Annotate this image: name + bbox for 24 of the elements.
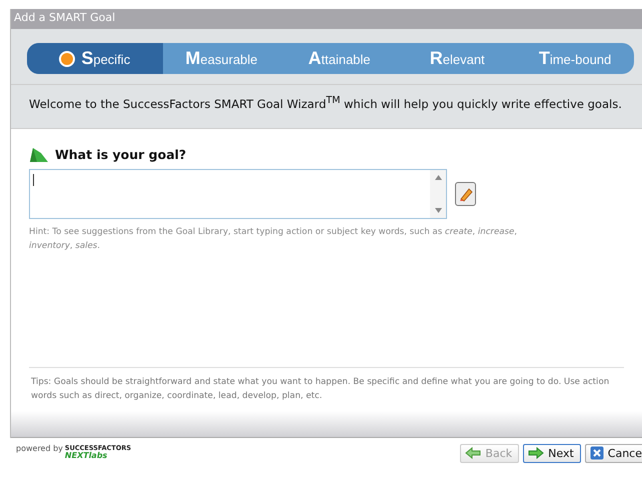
scrollbar[interactable]: [430, 170, 446, 218]
pencil-button[interactable]: [455, 182, 476, 206]
scroll-up-icon[interactable]: [434, 174, 442, 180]
powered-by-text: powered by: [16, 444, 63, 453]
right-arrow-icon: [528, 447, 544, 460]
step-tab[interactable]: Attainable: [280, 43, 398, 74]
step-tab[interactable]: Relevant: [398, 43, 516, 74]
window-title: Add a SMART Goal: [11, 9, 642, 29]
next-button[interactable]: Next: [523, 444, 581, 463]
tips-text: Tips: Goals should be straightforward and state what you want to happen. Be specific and define what you are going to do. Use action words such as direct, organize, coordinate, lead, develop, plan, etc.: [29, 366, 624, 403]
cancel-button[interactable]: Cance: [584, 444, 642, 463]
close-icon: [590, 446, 604, 460]
hint-text: Hint: To see suggestions from the Goal Library, start typing action or subject key words, such as create, increase, inventory, sales.: [29, 226, 518, 253]
goal-question: What is your goal?: [55, 147, 186, 162]
flag-icon: [29, 146, 49, 163]
step-tab[interactable]: Time-bound: [516, 43, 634, 74]
goal-input-field[interactable]: [29, 168, 447, 219]
scroll-down-icon[interactable]: [434, 208, 442, 213]
left-arrow-icon: [465, 447, 482, 460]
pencil-icon: [458, 186, 474, 202]
welcome-text: Welcome to the SuccessFactors SMART Goal Wizard$^{TM}$ which will help you quickly write effective goals.: [29, 96, 622, 111]
step-tab[interactable]: Specific: [27, 43, 163, 74]
brand-sub-logo: NEXTlabs: [64, 452, 108, 460]
step-tab[interactable]: Measurable: [162, 43, 280, 74]
